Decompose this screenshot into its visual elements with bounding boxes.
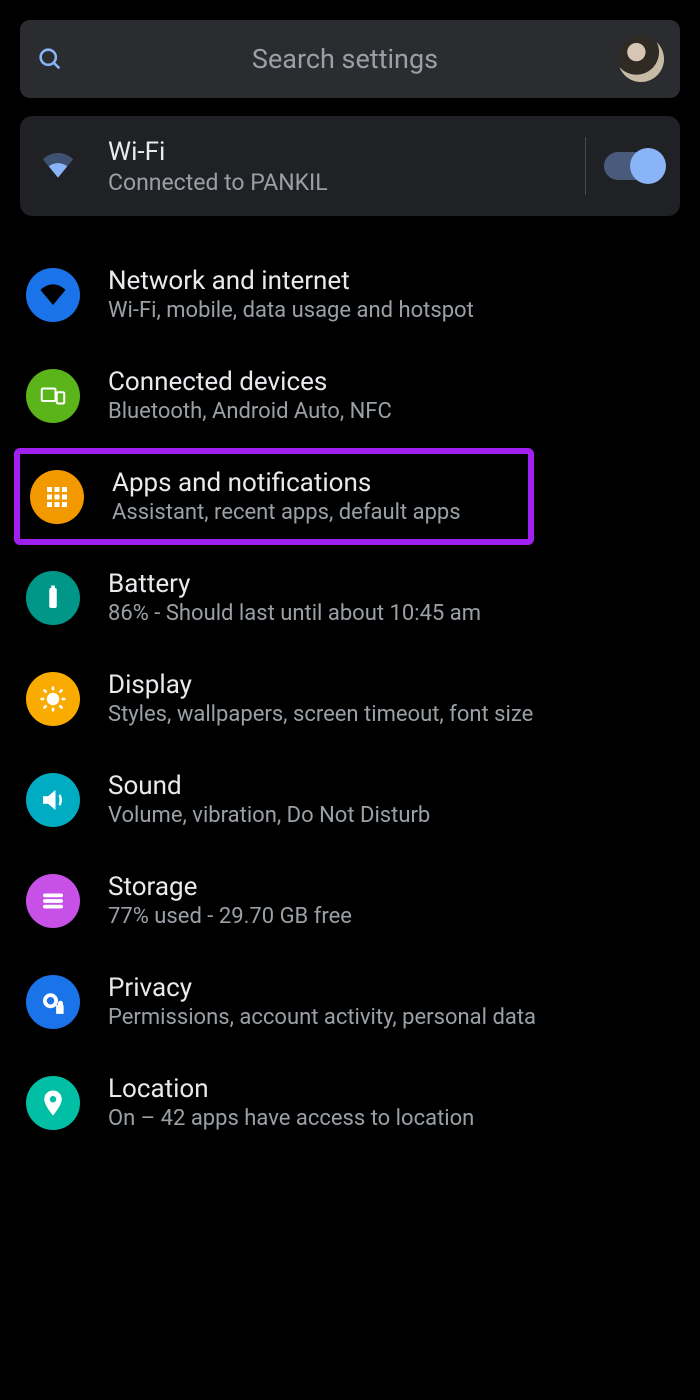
settings-row-network-and-internet[interactable]: Network and internetWi-Fi, mobile, data … xyxy=(20,244,680,345)
settings-row-display[interactable]: DisplayStyles, wallpapers, screen timeou… xyxy=(20,648,680,749)
row-title: Privacy xyxy=(108,973,536,1003)
wifi-icon xyxy=(26,268,80,322)
wifi-icon xyxy=(38,146,108,186)
settings-list: Network and internetWi-Fi, mobile, data … xyxy=(20,244,680,1153)
settings-row-apps-and-notifications[interactable]: Apps and notificationsAssistant, recent … xyxy=(20,454,528,539)
wifi-subtitle: Connected to PANKIL xyxy=(108,169,577,196)
search-placeholder: Search settings xyxy=(72,43,618,75)
row-title: Apps and notifications xyxy=(112,468,461,498)
brightness-icon xyxy=(26,672,80,726)
wifi-toggle[interactable] xyxy=(604,152,662,180)
sound-icon xyxy=(26,773,80,827)
settings-row-location[interactable]: LocationOn – 42 apps have access to loca… xyxy=(20,1052,680,1153)
wifi-quick-card[interactable]: Wi-Fi Connected to PANKIL xyxy=(20,116,680,216)
search-bar[interactable]: Search settings xyxy=(20,20,680,98)
row-subtitle: Bluetooth, Android Auto, NFC xyxy=(108,399,392,424)
row-title: Display xyxy=(108,670,533,700)
row-title: Battery xyxy=(108,569,481,599)
settings-row-storage[interactable]: Storage77% used - 29.70 GB free xyxy=(20,850,680,951)
settings-row-connected-devices[interactable]: Connected devicesBluetooth, Android Auto… xyxy=(20,345,680,446)
row-subtitle: On – 42 apps have access to location xyxy=(108,1106,474,1131)
row-subtitle: 77% used - 29.70 GB free xyxy=(108,904,352,929)
privacy-icon xyxy=(26,975,80,1029)
row-title: Location xyxy=(108,1074,474,1104)
storage-icon xyxy=(26,874,80,928)
row-title: Storage xyxy=(108,872,352,902)
settings-row-privacy[interactable]: PrivacyPermissions, account activity, pe… xyxy=(20,951,680,1052)
settings-row-battery[interactable]: Battery86% - Should last until about 10:… xyxy=(20,547,680,648)
row-subtitle: Permissions, account activity, personal … xyxy=(108,1005,536,1030)
devices-icon xyxy=(26,369,80,423)
row-subtitle: Assistant, recent apps, default apps xyxy=(112,500,461,525)
wifi-title: Wi-Fi xyxy=(108,137,577,167)
battery-icon xyxy=(26,571,80,625)
row-title: Sound xyxy=(108,771,430,801)
highlight-box: Apps and notificationsAssistant, recent … xyxy=(14,448,534,545)
row-subtitle: Wi-Fi, mobile, data usage and hotspot xyxy=(108,298,474,323)
divider xyxy=(585,137,586,195)
settings-row-sound[interactable]: SoundVolume, vibration, Do Not Disturb xyxy=(20,749,680,850)
row-subtitle: Styles, wallpapers, screen timeout, font… xyxy=(108,702,533,727)
search-icon xyxy=(36,45,72,73)
avatar[interactable] xyxy=(618,36,664,82)
row-title: Network and internet xyxy=(108,266,474,296)
row-title: Connected devices xyxy=(108,367,392,397)
location-icon xyxy=(26,1076,80,1130)
row-subtitle: Volume, vibration, Do Not Disturb xyxy=(108,803,430,828)
row-subtitle: 86% - Should last until about 10:45 am xyxy=(108,601,481,626)
apps-icon xyxy=(30,470,84,524)
